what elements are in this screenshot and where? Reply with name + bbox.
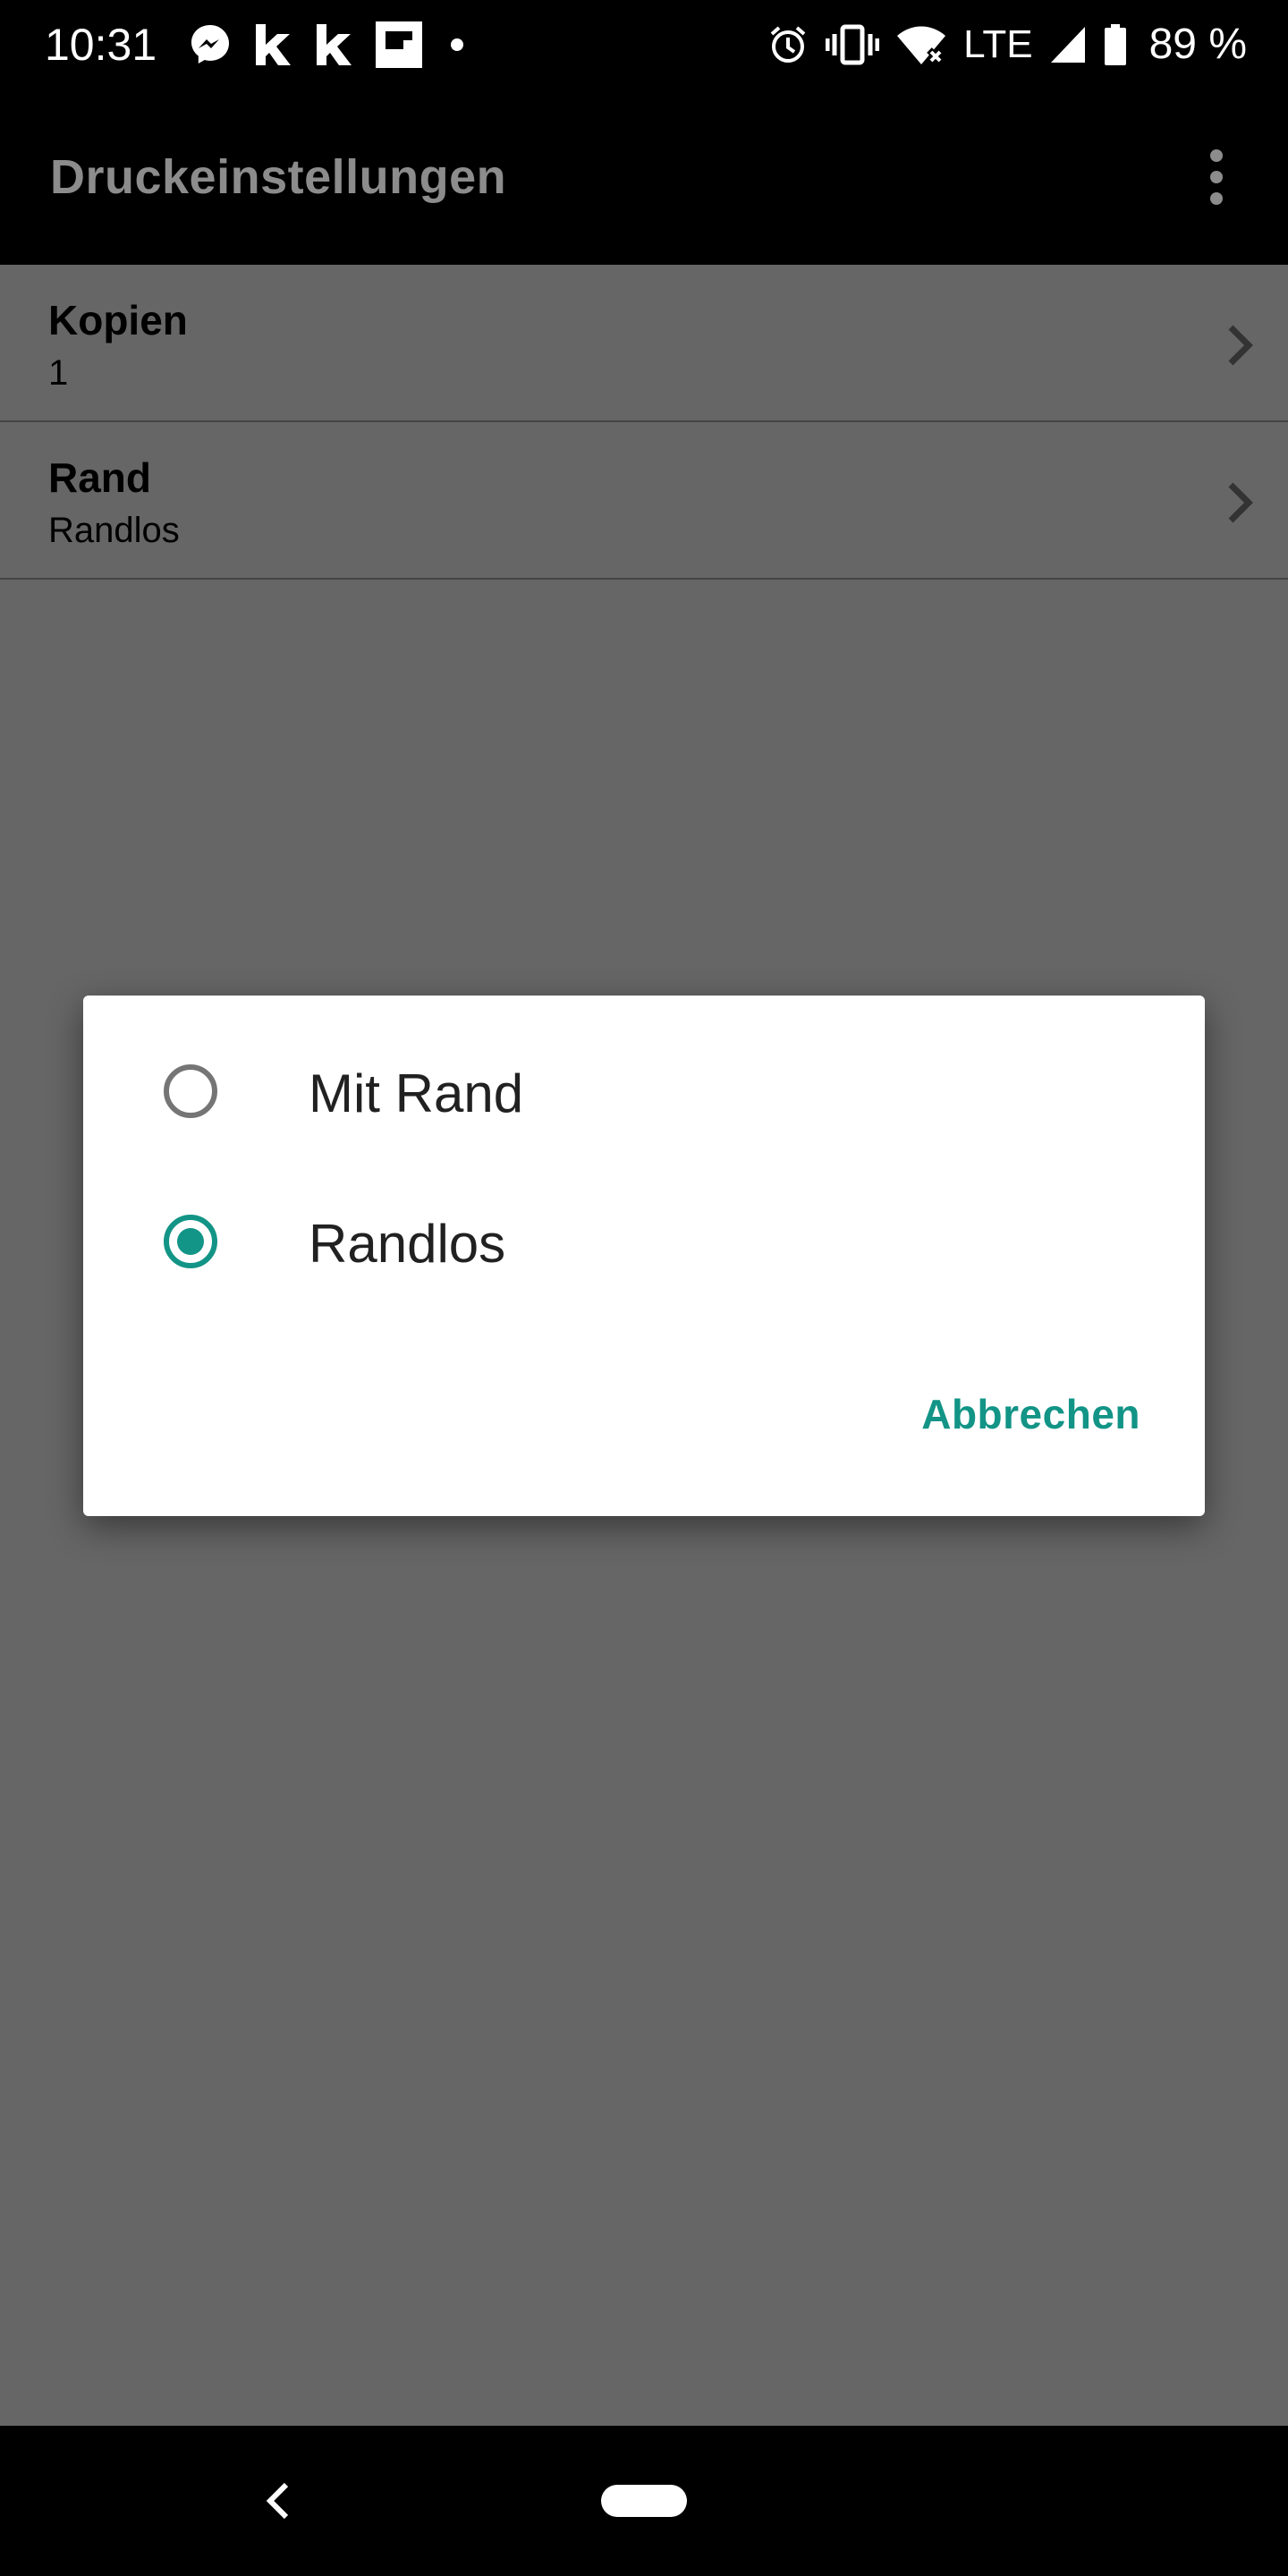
signal-icon <box>1049 25 1087 64</box>
radio-dot <box>177 1228 204 1255</box>
setting-title: Kopien <box>48 297 188 343</box>
status-bar: 10:31 LTE 89 % <box>0 0 1288 89</box>
kicker-icon <box>313 22 354 67</box>
flipboard-icon <box>374 20 424 70</box>
option-mit-rand[interactable]: Mit Rand <box>83 1029 1205 1163</box>
vibrate-icon <box>826 23 880 66</box>
setting-value: Randlos <box>48 511 180 550</box>
more-vert-icon <box>1210 149 1223 162</box>
chevron-right-icon <box>1228 325 1253 366</box>
back-icon[interactable] <box>259 2474 295 2528</box>
kicker-icon <box>252 22 293 67</box>
setting-title: Rand <box>48 454 151 501</box>
network-type: LTE <box>963 22 1033 66</box>
alarm-icon <box>767 23 809 66</box>
cancel-button[interactable]: Abbrechen <box>921 1389 1140 1439</box>
battery-percentage: 89 % <box>1148 21 1247 68</box>
setting-value: 1 <box>48 353 69 393</box>
battery-icon <box>1103 23 1128 66</box>
option-label: Mit Rand <box>309 1063 524 1123</box>
notification-icons <box>188 20 470 70</box>
option-label: Randlos <box>309 1214 506 1274</box>
app-bar: Druckeinstellungen <box>0 89 1288 265</box>
option-randlos[interactable]: Randlos <box>83 1179 1205 1313</box>
setting-border[interactable]: Rand Randlos <box>0 422 1288 580</box>
radio-unchecked-icon[interactable] <box>164 1064 217 1118</box>
home-pill-button[interactable] <box>601 2485 687 2517</box>
chevron-right-icon <box>1228 482 1253 523</box>
navigation-bar <box>0 2426 1288 2576</box>
setting-copies[interactable]: Kopien 1 <box>0 265 1288 422</box>
more-options-button[interactable] <box>1181 141 1252 213</box>
page-title: Druckeinstellungen <box>50 150 507 204</box>
dot-icon <box>444 31 470 58</box>
wifi-icon <box>895 23 947 66</box>
radio-checked-icon[interactable] <box>164 1215 217 1268</box>
status-time: 10:31 <box>45 20 157 70</box>
messenger-icon <box>188 22 233 67</box>
border-selection-dialog: Mit Rand Randlos Abbrechen <box>83 996 1205 1516</box>
system-icons: LTE 89 % <box>767 20 1247 70</box>
